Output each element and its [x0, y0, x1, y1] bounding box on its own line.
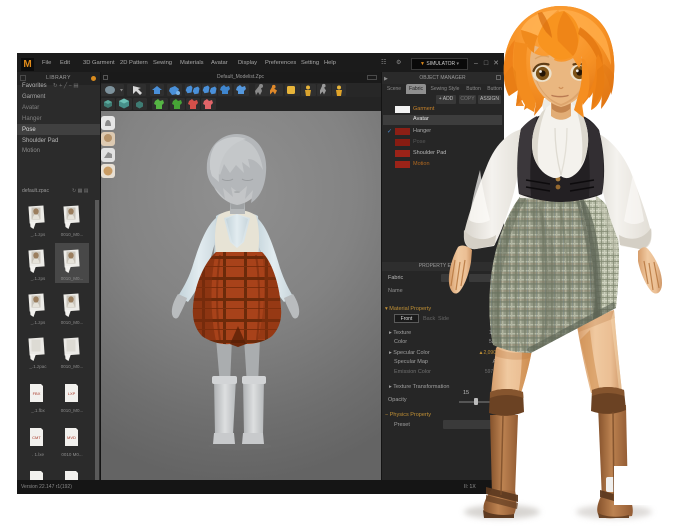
svg-text:_.1.zps: _.1.zps: [30, 276, 46, 281]
svg-text:FBX: FBX: [33, 391, 41, 396]
svg-text:_.1.zps: _.1.zps: [30, 232, 46, 237]
svg-text:0010_M0...: 0010_M0...: [61, 276, 84, 281]
svg-text:_.1.fbx: _.1.fbx: [30, 408, 45, 413]
svg-text:. 1.lxe: . 1.lxe: [32, 452, 45, 457]
svg-text:0010_M0...: 0010_M0...: [61, 232, 84, 237]
svg-text:_.1.zpac: _.1.zpac: [28, 364, 47, 369]
svg-text:0010_M0...: 0010_M0...: [61, 320, 84, 325]
svg-text:_.1.zps: _.1.zps: [30, 320, 46, 325]
svg-text:CMT: CMT: [32, 435, 41, 440]
svg-text:0010 M0...: 0010 M0...: [61, 452, 82, 457]
svg-text:LXP: LXP: [68, 391, 76, 396]
svg-text:0010_M0...: 0010_M0...: [61, 364, 84, 369]
svg-text:MVD: MVD: [67, 435, 76, 440]
svg-text:0010_M0...: 0010_M0...: [61, 408, 84, 413]
